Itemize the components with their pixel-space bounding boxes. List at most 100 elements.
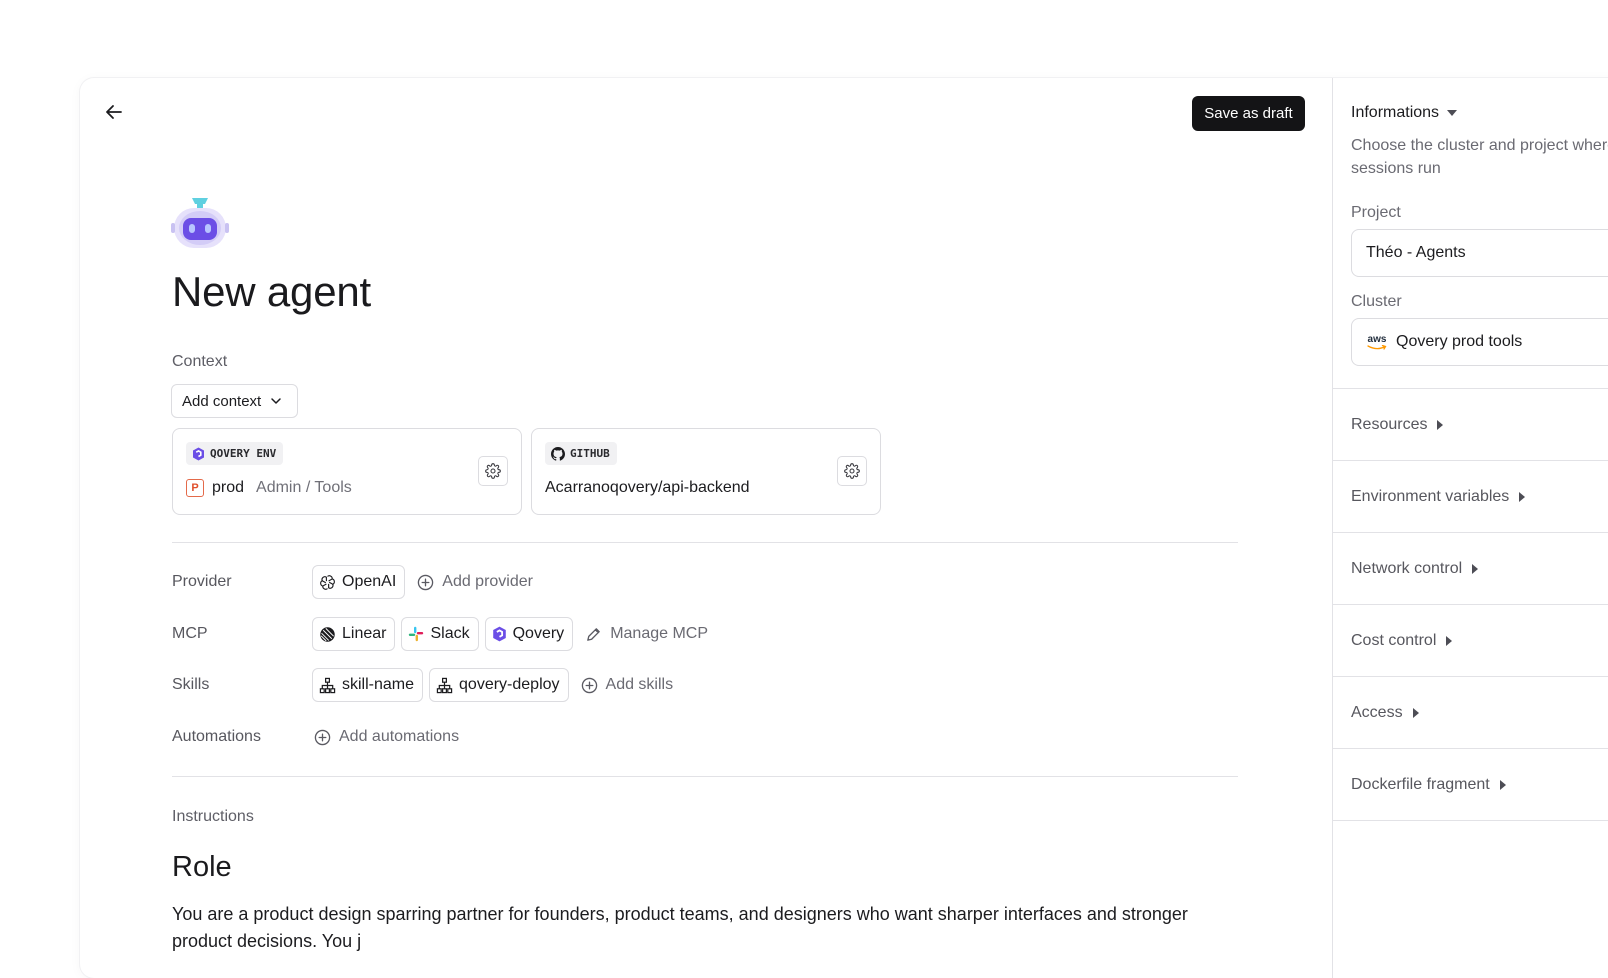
section-network-control[interactable]: Network control [1333, 532, 1608, 604]
agent-editor-card: Save as draft New agent Context Add cont… [80, 78, 1608, 978]
context-value: Acarranoqovery/api-backend [545, 479, 750, 497]
pencil-icon [587, 627, 601, 641]
context-card-github: GITHUB Acarranoqovery/api-backend [531, 428, 881, 515]
section-access[interactable]: Access [1333, 676, 1608, 748]
caret-right-icon [1499, 779, 1506, 790]
hierarchy-icon [319, 677, 336, 693]
sidebar-bottom-divider [1333, 820, 1608, 821]
add-skills-button[interactable]: Add skills [575, 668, 680, 702]
context-settings-button[interactable] [478, 456, 508, 486]
add-provider-button[interactable]: Add provider [411, 565, 539, 599]
back-button[interactable] [104, 102, 124, 122]
qovery-icon [492, 626, 506, 642]
context-badge: GITHUB [545, 442, 617, 465]
context-repo-name: Acarranoqovery/api-backend [545, 479, 750, 496]
openai-icon [320, 574, 335, 590]
add-context-label: Add context [182, 392, 262, 410]
informations-toggle[interactable]: Informations [1351, 104, 1458, 122]
section-divider [172, 542, 1238, 543]
main-panel: Save as draft New agent Context Add cont… [80, 78, 1366, 978]
linear-icon [320, 626, 335, 642]
arrow-left-icon [106, 105, 122, 119]
section-label: Cost control [1351, 631, 1437, 649]
qovery-icon [193, 447, 204, 460]
add-skills-label: Add skills [605, 676, 674, 693]
context-badge-label: QOVERY ENV [210, 447, 277, 460]
chevron-down-icon [271, 398, 281, 404]
context-settings-button[interactable] [837, 456, 867, 486]
skill-name: skill-name [342, 676, 415, 693]
manage-mcp-label: Manage MCP [610, 625, 709, 642]
manage-mcp-button[interactable]: Manage MCP [579, 617, 714, 651]
slack-icon [409, 626, 424, 642]
project-label: Project [1351, 204, 1401, 221]
cluster-value: Qovery prod tools [1396, 333, 1523, 350]
mcp-label: MCP [172, 625, 208, 642]
section-label: Resources [1351, 415, 1428, 433]
settings-sidebar: Informations Choose the cluster and proj… [1332, 78, 1608, 978]
caret-down-icon [1447, 110, 1458, 116]
github-icon [551, 446, 565, 461]
provider-label: Provider [172, 573, 232, 590]
context-value: P prod Admin / Tools [186, 479, 352, 497]
mcp-name: Slack [430, 625, 470, 642]
plus-circle-icon [418, 574, 434, 590]
add-context-dropdown[interactable]: Add context [171, 384, 298, 418]
section-label: Dockerfile fragment [1351, 775, 1490, 793]
caret-right-icon [1437, 419, 1444, 430]
skills-chips: skill-name qovery-deploy Add skills [312, 668, 679, 702]
add-automations-button[interactable]: Add automations [312, 720, 465, 754]
instructions-heading: Role [172, 851, 232, 883]
mcp-name: Qovery [512, 625, 565, 642]
caret-right-icon [1446, 635, 1453, 646]
provider-chips: OpenAI Add provider [312, 565, 539, 599]
plus-circle-icon [581, 677, 597, 693]
mcp-chip-qovery[interactable]: Qovery [484, 617, 574, 651]
hierarchy-icon [436, 677, 453, 693]
robot-avatar-icon [171, 198, 229, 248]
section-dockerfile-fragment[interactable]: Dockerfile fragment [1333, 748, 1608, 820]
mcp-chip-slack[interactable]: Slack [401, 617, 479, 651]
automations-chips: Add automations [312, 720, 465, 754]
add-provider-label: Add provider [442, 573, 533, 590]
context-badge-label: GITHUB [570, 447, 610, 460]
automations-label: Automations [172, 728, 261, 745]
context-env-name: prod [212, 479, 245, 496]
caret-right-icon [1519, 491, 1526, 502]
skills-label: Skills [172, 676, 210, 693]
cluster-label: Cluster [1351, 293, 1402, 310]
aws-icon: aws [1366, 334, 1388, 350]
section-label: Environment variables [1351, 487, 1510, 505]
skill-chip[interactable]: qovery-deploy [429, 668, 569, 702]
gear-icon [844, 463, 860, 479]
instructions-text[interactable]: You are a product design sparring partne… [172, 901, 1252, 955]
section-label: Network control [1351, 559, 1463, 577]
provider-chip-openai[interactable]: OpenAI [312, 565, 406, 599]
cluster-select[interactable]: aws Qovery prod tools [1351, 318, 1608, 366]
mcp-chips: Linear Slack Qovery Manage MCP [312, 617, 714, 651]
add-automations-label: Add automations [339, 728, 460, 745]
informations-label: Informations [1351, 104, 1440, 121]
page-title: New agent [172, 268, 371, 315]
skill-chip[interactable]: skill-name [312, 668, 424, 702]
informations-description: Choose the cluster and project where its… [1351, 137, 1608, 177]
caret-right-icon [1412, 707, 1419, 718]
context-card-qovery-env: QOVERY ENV P prod Admin / Tools [172, 428, 522, 515]
save-as-draft-button[interactable]: Save as draft [1192, 96, 1305, 131]
section-environment-variables[interactable]: Environment variables [1333, 460, 1608, 532]
section-resources[interactable]: Resources [1333, 388, 1608, 460]
section-divider [172, 776, 1238, 777]
context-badge: QOVERY ENV [186, 442, 284, 465]
project-value: Théo - Agents [1366, 244, 1466, 261]
section-cost-control[interactable]: Cost control [1333, 604, 1608, 676]
skill-name: qovery-deploy [459, 676, 560, 693]
gear-icon [485, 463, 501, 479]
context-label: Context [172, 353, 228, 370]
mcp-name: Linear [342, 625, 387, 642]
caret-right-icon [1472, 563, 1479, 574]
mcp-chip-linear[interactable]: Linear [312, 617, 396, 651]
plus-circle-icon [314, 729, 331, 745]
provider-name: OpenAI [342, 573, 397, 590]
context-env-path: Admin / Tools [256, 479, 352, 496]
project-select[interactable]: Théo - Agents [1351, 229, 1608, 277]
